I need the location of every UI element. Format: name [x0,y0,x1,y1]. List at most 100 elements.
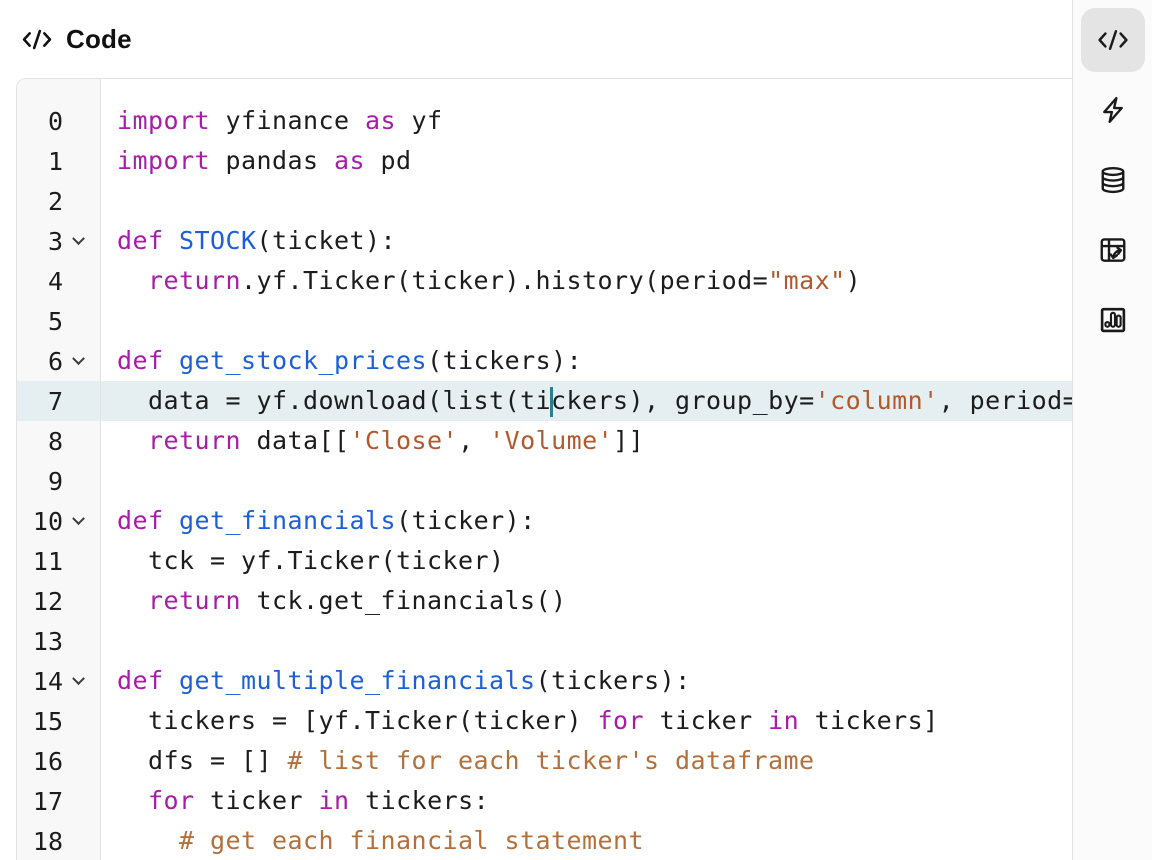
line-gutter: 15 [17,701,100,741]
code-line[interactable]: 10 def get_financials(ticker): [17,501,1072,541]
code-token: data = yf.download(list(ti [117,386,551,415]
code-line[interactable]: 6 def get_stock_prices(tickers): [17,341,1072,381]
fold-toggle[interactable] [63,341,93,381]
line-number: 15 [17,707,63,736]
fold-toggle[interactable] [63,261,93,301]
fold-toggle[interactable] [63,421,93,461]
code-content[interactable]: def get_stock_prices(tickers): [100,341,582,381]
fold-toggle[interactable] [63,821,93,860]
code-line[interactable]: 18 # get each financial statement [17,821,1072,860]
code-token: pd [365,146,412,175]
code-token: tickers] [799,706,939,735]
code-content[interactable]: def get_multiple_financials(tickers): [100,661,691,701]
code-content[interactable]: return data[['Close', 'Volume']] [100,421,644,461]
code-token: tck = yf.Ticker(ticker) [117,546,505,575]
line-gutter: 17 [17,781,100,821]
fold-toggle[interactable] [63,301,93,341]
line-gutter: 4 [17,261,100,301]
database-icon [1098,165,1128,195]
line-number: 8 [17,427,63,456]
code-token: in [319,786,350,815]
line-gutter: 13 [17,621,100,661]
code-token: ]] [613,426,644,455]
fold-toggle[interactable] [63,621,93,661]
tab-pivot-table[interactable] [1081,218,1145,282]
line-gutter: 12 [17,581,100,621]
code-token: ticker [195,786,319,815]
code-line[interactable]: 16 dfs = [] # list for each ticker's dat… [17,741,1072,781]
code-token: for [148,786,195,815]
code-line[interactable]: 8 return data[['Close', 'Volume']] [17,421,1072,461]
code-rows: 0 import yfinance as yf 1 import pandas … [17,79,1072,860]
code-content[interactable]: # get each financial statement [100,821,644,860]
code-content[interactable]: import pandas as pd [100,141,412,181]
line-gutter: 18 [17,821,100,860]
code-token: def [117,346,164,375]
fold-toggle[interactable] [63,141,93,181]
code-content[interactable]: tck = yf.Ticker(ticker) [100,541,505,581]
code-content[interactable]: return.yf.Ticker(ticker).history(period=… [100,261,861,301]
header: Code [0,0,1072,78]
fold-toggle[interactable] [63,741,93,781]
code-token: def [117,666,164,695]
line-number: 3 [17,227,63,256]
code-content[interactable]: def get_financials(ticker): [100,501,536,541]
code-line[interactable]: 11 tck = yf.Ticker(ticker) [17,541,1072,581]
code-token: "max" [768,266,846,295]
code-line[interactable]: 13 [17,621,1072,661]
line-gutter: 14 [17,661,100,701]
fold-toggle[interactable] [63,501,93,541]
code-line[interactable]: 7 data = yf.download(list(tickers), grou… [17,381,1072,421]
code-line[interactable]: 9 [17,461,1072,501]
fold-toggle[interactable] [63,221,93,261]
code-line[interactable]: 15 tickers = [yf.Ticker(ticker) for tick… [17,701,1072,741]
code-content[interactable]: tickers = [yf.Ticker(ticker) for ticker … [100,701,939,741]
code-line[interactable]: 17 for ticker in tickers: [17,781,1072,821]
code-line[interactable]: 14 def get_multiple_financials(tickers): [17,661,1072,701]
code-line[interactable]: 12 return tck.get_financials() [17,581,1072,621]
code-token: pandas [210,146,334,175]
code-content[interactable]: import yfinance as yf [100,101,443,141]
code-editor-panel: 0 import yfinance as yf 1 import pandas … [16,78,1072,860]
code-token: return [148,586,241,615]
code-token: in [768,706,799,735]
fold-toggle[interactable] [63,581,93,621]
tab-code[interactable] [1081,8,1145,72]
fold-toggle[interactable] [63,101,93,141]
code-line[interactable]: 0 import yfinance as yf [17,101,1072,141]
tab-bar-chart[interactable] [1081,288,1145,352]
code-content[interactable]: for ticker in tickers: [100,781,489,821]
code-token [117,826,179,855]
tab-database[interactable] [1081,148,1145,212]
code-token: 'Close' [350,426,459,455]
zap-icon [1098,95,1128,125]
fold-toggle[interactable] [63,181,93,221]
fold-toggle[interactable] [63,461,93,501]
code-content[interactable]: dfs = [] # list for each ticker's datafr… [100,741,815,781]
fold-toggle[interactable] [63,661,93,701]
code-content[interactable]: def STOCK(ticket): [100,221,396,261]
code-token [117,426,148,455]
line-gutter: 9 [17,461,100,501]
app: Code 0 import yfinance as yf 1 import pa… [0,0,1152,860]
fold-toggle[interactable] [63,701,93,741]
line-gutter: 6 [17,341,100,381]
tab-zap[interactable] [1081,78,1145,142]
chevron-down-icon [72,672,85,685]
code-content[interactable]: data = yf.download(list(tickers), group_… [100,381,1072,421]
fold-toggle[interactable] [63,781,93,821]
fold-toggle[interactable] [63,381,93,421]
code-line[interactable]: 3 def STOCK(ticket): [17,221,1072,261]
code-line[interactable]: 1 import pandas as pd [17,141,1072,181]
pivot-table-icon [1098,235,1128,265]
code-content[interactable]: return tck.get_financials() [100,581,567,621]
code-token: import [117,146,210,175]
code-token: , period= [939,386,1072,415]
right-toolbar [1072,0,1152,860]
code-token: # list for each ticker's dataframe [288,746,815,775]
code-line[interactable]: 5 [17,301,1072,341]
code-line[interactable]: 4 return.yf.Ticker(ticker).history(perio… [17,261,1072,301]
code-line[interactable]: 2 [17,181,1072,221]
code-token: def [117,506,164,535]
fold-toggle[interactable] [63,541,93,581]
